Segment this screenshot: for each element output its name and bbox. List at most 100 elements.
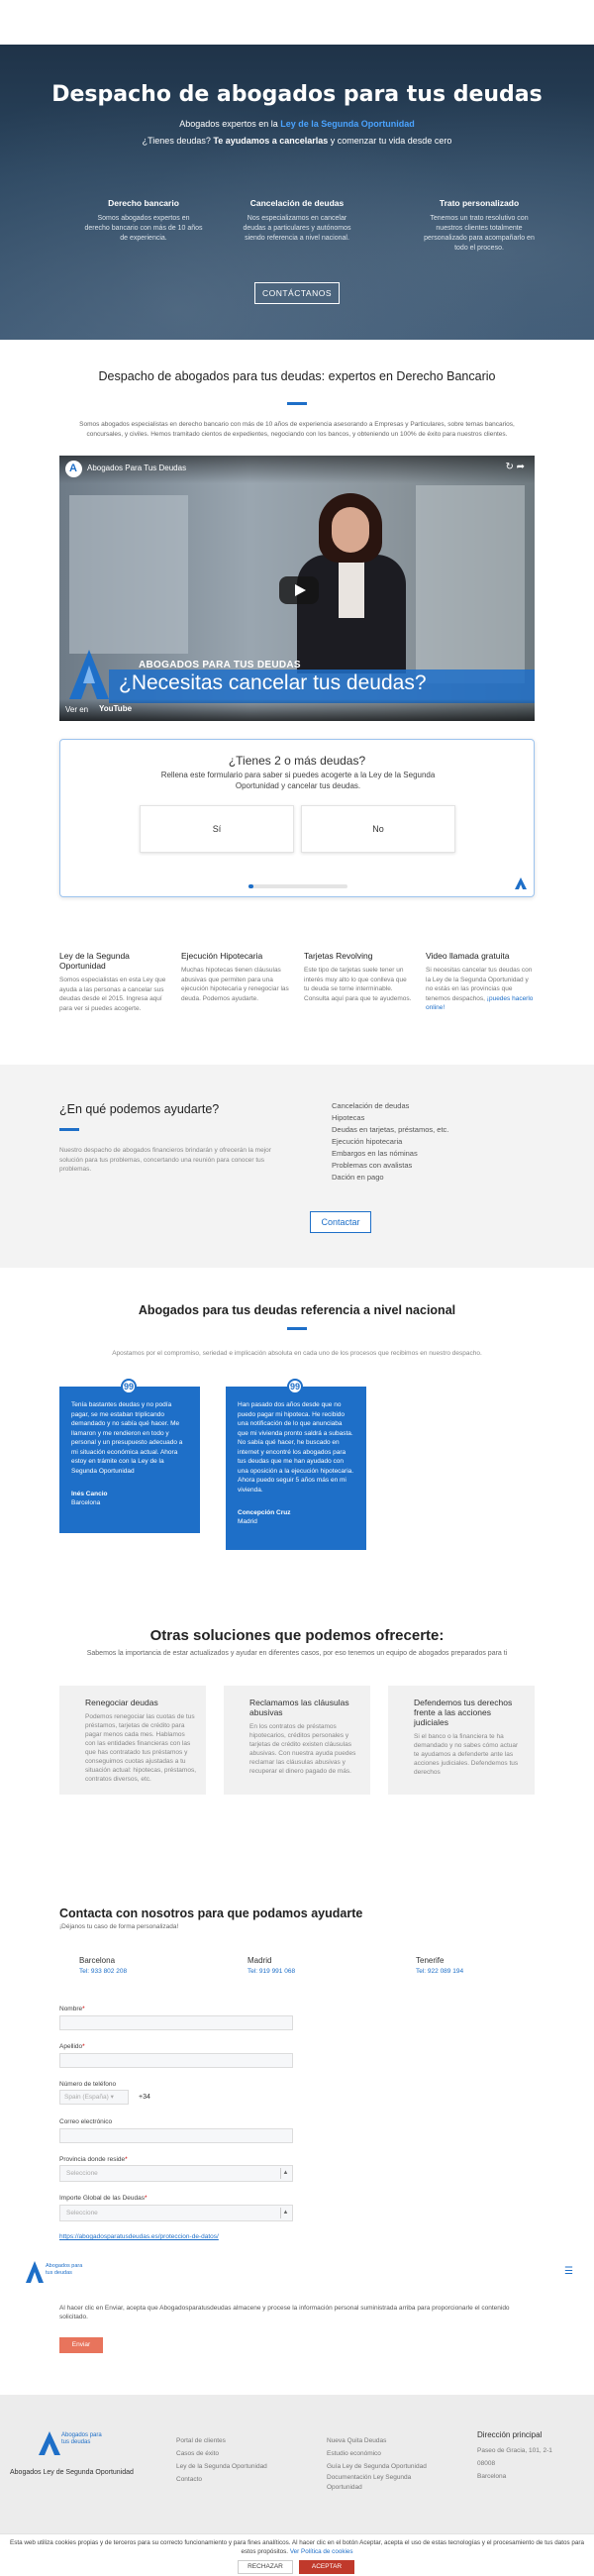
watch-on-label: Ver en <box>65 705 89 714</box>
references-divider <box>287 1327 307 1330</box>
cookie-text: Esta web utiliza cookies propias y de te… <box>5 2538 589 2556</box>
address-title: Dirección principal <box>477 2430 543 2439</box>
contact-title: Contacta con nosotros para que podamos a… <box>59 1906 363 1920</box>
quiz-progress-fill <box>248 884 253 888</box>
video-window-bg <box>416 485 525 683</box>
help-section: ¿En qué podemos ayudarte? Nuestro despac… <box>0 1065 594 1268</box>
hero-tagline-prefix: ¿Tienes deudas? <box>142 136 214 146</box>
office-phone-link[interactable]: Tel: 922 089 194 <box>416 1968 463 1975</box>
debt-label-text: Importe Global de las Deudas <box>59 2195 145 2202</box>
email-label: Correo electrónico <box>59 2118 113 2125</box>
accept-cookies-button[interactable]: ACEPTAR <box>299 2560 354 2574</box>
feature-title: Cancelación de deudas <box>249 198 345 208</box>
hero-subtitle-link[interactable]: Ley de la Segunda Oportunidad <box>280 119 415 129</box>
footer-link[interactable]: Portal de clientes <box>176 2434 267 2447</box>
solution-title: Renegociar deudas <box>85 1698 158 1707</box>
hamburger-icon[interactable]: ☰ <box>564 2266 573 2277</box>
play-button-icon[interactable] <box>279 576 319 604</box>
solution-text: Podemos renegociar las cuotas de tus pré… <box>85 1713 197 1783</box>
phone-input[interactable] <box>135 2090 293 2105</box>
help-list-item: Problemas con avalistas <box>332 1161 413 1170</box>
help-list-item: Cancelación de deudas <box>332 1101 410 1110</box>
chevron-down-icon: ▲ <box>280 2208 290 2218</box>
testimonial-card: 99 Han pasado dos años desde que no pued… <box>226 1379 366 1550</box>
share-icon[interactable]: ↻ ➦ <box>505 462 525 472</box>
province-label-text: Provincia donde reside <box>59 2156 126 2163</box>
service-title[interactable]: Ejecución Hipotecaria <box>181 951 290 961</box>
province-label: Provincia donde reside* <box>59 2156 128 2163</box>
office-city: Tenerife <box>416 1956 445 1965</box>
debt-label: Importe Global de las Deudas* <box>59 2195 148 2202</box>
testimonial-name: Concepción Cruz <box>238 1509 291 1516</box>
footer-logo-text: Abogados para tus deudas <box>61 2432 102 2445</box>
quiz-progress-bar <box>248 884 347 888</box>
office-phone-link[interactable]: Tel: 919 991 068 <box>248 1968 295 1975</box>
service-title[interactable]: Video llamada gratuita <box>426 951 535 961</box>
quiz-option-yes[interactable]: Sí <box>140 805 294 853</box>
debt-quiz-card: ¿Tienes 2 o más deudas? Rellena este for… <box>59 739 535 897</box>
testimonial-author: Concepción Cruz Madrid <box>238 1508 354 1526</box>
email-input[interactable] <box>59 2128 293 2143</box>
brand-logo-icon <box>69 650 109 699</box>
chevron-down-icon: ▲ <box>280 2168 290 2179</box>
other-solutions-title: Otras soluciones que podemos ofrecerte: <box>149 1627 445 1644</box>
province-select[interactable]: Seleccione ▲ <box>59 2165 293 2182</box>
footer-link[interactable]: Contacto <box>176 2473 267 2486</box>
quote-icon: 99 <box>121 1379 137 1394</box>
service-text: Muchas hipotecas tienen cláusulas abusiv… <box>181 967 289 1002</box>
footer-address: Dirección principal Paseo de Gracia, 101… <box>477 2430 552 2483</box>
feature-text: Somos abogados expertos en derecho banca… <box>84 215 203 242</box>
brand-logo-icon <box>515 877 527 889</box>
service-title[interactable]: Ley de la Segunda Oportunidad <box>59 951 168 971</box>
debt-select[interactable]: Seleccione ▲ <box>59 2205 293 2221</box>
footer-link[interactable]: Ley de la Segunda Oportunidad <box>176 2460 267 2473</box>
office-madrid: Madrid Tel: 919 991 068 <box>248 1956 295 1975</box>
surname-input[interactable] <box>59 2053 293 2068</box>
channel-logo-icon[interactable]: A <box>65 461 82 477</box>
required-mark: * <box>145 2195 148 2202</box>
help-title: ¿En qué podemos ayudarte? <box>59 1102 220 1116</box>
privacy-link[interactable]: https://abogadosparatusdeudas.es/protecc… <box>59 2233 219 2240</box>
address-line: Paseo de Gracia, 101, 2-1 <box>477 2447 552 2454</box>
youtube-logo-icon[interactable]: YouTube <box>99 704 137 715</box>
feature-title: Trato personalizado <box>439 198 520 208</box>
required-mark: * <box>125 2156 128 2163</box>
province-placeholder: Seleccione <box>66 2170 98 2177</box>
contact-subtitle: ¡Déjanos tu caso de forma personalizada! <box>59 1923 179 1930</box>
video-title[interactable]: Abogados Para Tus Deudas <box>87 464 186 472</box>
contact-cta-button[interactable]: CONTÁCTANOS <box>254 282 340 304</box>
intro-title: Despacho de abogados para tus deudas: ex… <box>98 369 496 383</box>
office-barcelona: Barcelona Tel: 933 802 208 <box>79 1956 127 1975</box>
footer-link[interactable]: Nueva Quita Deudas <box>327 2434 436 2447</box>
help-list-item: Hipotecas <box>332 1113 365 1122</box>
address-line: Barcelona <box>477 2473 507 2480</box>
name-input[interactable] <box>59 2015 293 2030</box>
required-mark: * <box>82 2043 85 2050</box>
service-title[interactable]: Tarjetas Revolving <box>304 951 413 961</box>
service-column: Ley de la Segunda Oportunidad Somos espe… <box>59 951 168 1013</box>
office-phone-link[interactable]: Tel: 933 802 208 <box>79 1968 127 1975</box>
help-list-item: Ejecución hipotecaria <box>332 1137 403 1146</box>
quiz-description: Rellena este formulario para saber si pu… <box>160 771 436 790</box>
contactar-button[interactable]: Contactar <box>310 1211 371 1233</box>
video-window-bg <box>69 495 188 654</box>
phone-country-value: Spain (España) <box>64 2094 109 2101</box>
footer-link[interactable]: Casos de éxito <box>176 2447 267 2460</box>
cookie-policy-link[interactable]: Ver Política de cookies <box>290 2548 353 2555</box>
debt-placeholder: Seleccione <box>66 2210 98 2216</box>
footer-link[interactable]: Estudio económico <box>327 2447 436 2460</box>
phone-country-select[interactable]: Spain (España) ▾ <box>59 2090 129 2105</box>
help-text: Nuestro despacho de abogados financieros… <box>59 1147 271 1173</box>
youtube-video-player[interactable]: A Abogados Para Tus Deudas ↻ ➦ ABOGADOS … <box>59 456 535 721</box>
hero-subtitle: Abogados expertos en la Ley de la Segund… <box>0 119 594 129</box>
hero-title: Despacho de abogados para tus deudas <box>51 82 543 107</box>
quiz-option-no[interactable]: No <box>301 805 455 853</box>
send-button[interactable]: Enviar <box>59 2337 103 2353</box>
intro-divider <box>287 402 307 405</box>
footer-link[interactable]: Guía Ley de Segunda Oportunidad <box>327 2460 436 2473</box>
reject-cookies-button[interactable]: RECHAZAR <box>238 2560 293 2574</box>
help-list-item: Dación en pago <box>332 1173 384 1182</box>
footer-link[interactable]: Documentación Ley Segunda Oportunidad <box>327 2473 436 2493</box>
brand-logo-text: Abogados para tus deudas <box>46 2263 83 2276</box>
references-subtitle: Apostamos por el compromiso, seriedad e … <box>112 1350 482 1357</box>
